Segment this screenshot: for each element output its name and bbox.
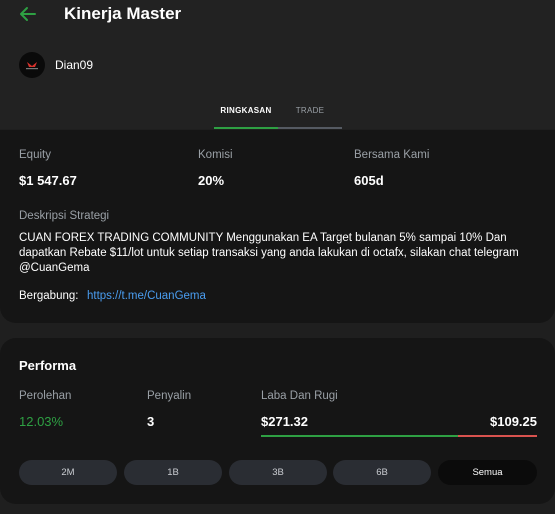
commission-label: Komisi [198,149,233,161]
period-6b-button[interactable]: 6B [333,460,431,485]
equity-value: $1 547.67 [19,173,77,188]
copiers-value: 3 [147,414,155,429]
loss-value: $109.25 [490,414,537,429]
avatar-logo-icon [26,62,38,70]
tab-bar: RINGKASAN TRADE [214,100,342,129]
summary-card: Equity $1 547.67 Komisi 20% Bersama Kami… [0,130,555,323]
tab-indicator-track [278,127,342,129]
performance-card: Performa Perolehan 12.03% Penyalin 3 Lab… [0,338,555,504]
master-username: Dian09 [55,58,94,72]
tenure-label: Bersama Kami [354,149,430,161]
commission-value: 20% [198,173,225,188]
period-1b-button[interactable]: 1B [124,460,222,485]
gain-value: 12.03% [19,414,64,429]
period-selector: 2M 1B 3B 6B Semua [19,460,537,485]
arrow-left-icon[interactable] [17,3,39,25]
pnl-ratio-bar [261,435,537,437]
period-2m-button[interactable]: 2M [19,460,117,485]
pnl-label: Laba Dan Rugi [261,390,338,402]
tab-active-indicator [214,127,278,129]
pnl-loss-segment [458,435,537,437]
tab-trade[interactable]: TRADE [278,100,342,129]
tab-summary[interactable]: RINGKASAN [214,100,278,129]
strategy-label: Deskripsi Strategi [19,210,110,222]
strategy-description: CUAN FOREX TRADING COMMUNITY Menggunakan… [19,232,519,274]
tenure-value: 605d [354,173,384,188]
pnl-profit-segment [261,435,458,437]
avatar[interactable] [19,52,45,78]
join-label: Bergabung: [19,290,79,302]
performance-title: Performa [19,358,77,373]
telegram-link[interactable]: https://t.me/CuanGema [87,290,206,302]
profit-value: $271.32 [261,414,308,429]
app-header: Kinerja Master Dian09 RINGKASAN TRADE [0,0,555,129]
copiers-label: Penyalin [147,390,192,402]
page-title: Kinerja Master [64,4,182,23]
gain-label: Perolehan [19,390,72,402]
period-3b-button[interactable]: 3B [229,460,327,485]
period-all-button[interactable]: Semua [438,460,537,485]
equity-label: Equity [19,149,51,161]
